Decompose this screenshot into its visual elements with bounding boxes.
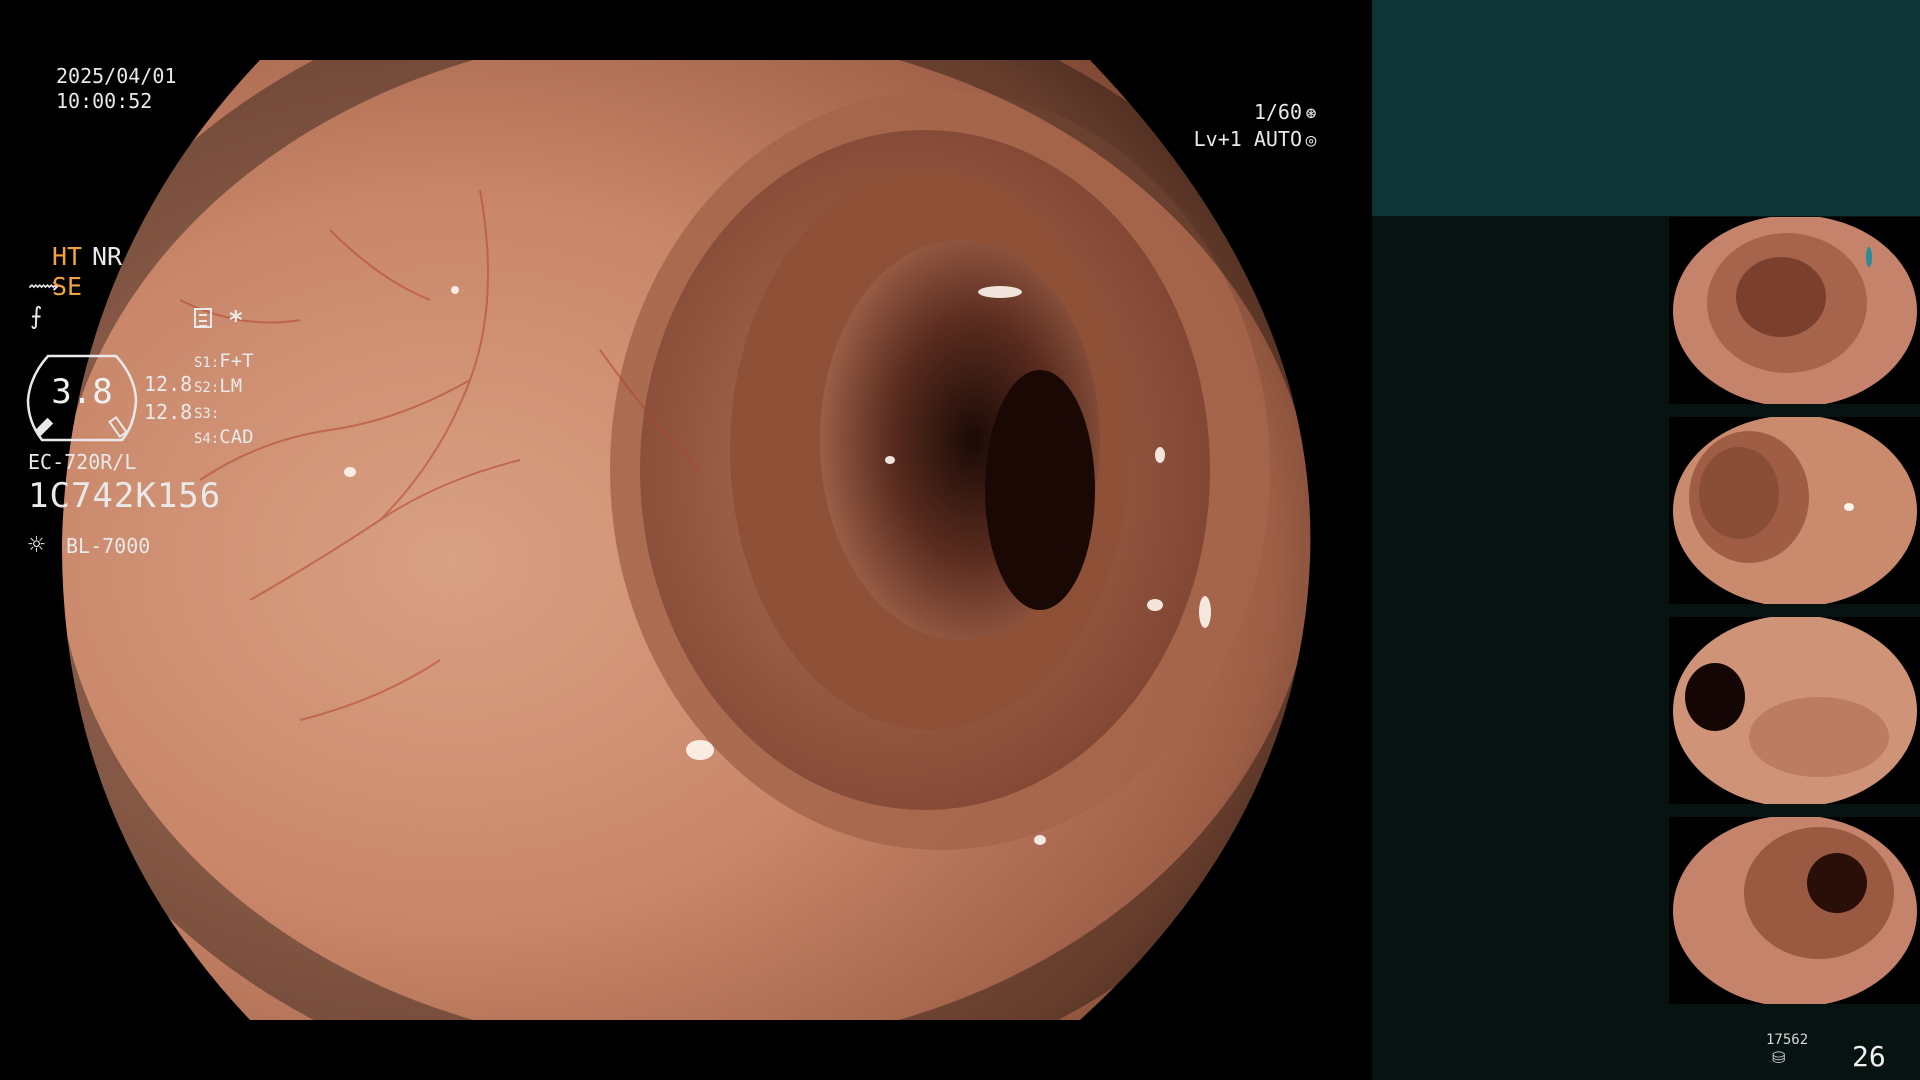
- light-source-icon: ☼: [28, 528, 45, 561]
- switch-s3: S3:: [194, 401, 219, 423]
- exam-time: 10:00:52: [56, 89, 153, 113]
- gauge-reading-2: 12.8: [144, 400, 193, 424]
- switch-s4: S4:CAD: [194, 426, 254, 448]
- captured-thumbnail[interactable]: [1669, 217, 1920, 404]
- se-mode-label: SE: [52, 272, 83, 301]
- exam-date: 2025/04/01: [56, 64, 177, 88]
- color-enhancement-icon: ⨍: [30, 302, 43, 330]
- endoscopy-monitor: 2025/04/01 10:00:52 1/60 ⊛ Lv+1 AUTO ◎ HT …: [0, 0, 1920, 1080]
- total-capture-counter: 17562: [1766, 1032, 1809, 1048]
- thumbnail-image: [1673, 617, 1917, 804]
- scope-serial-number: 1C742K156: [28, 476, 222, 516]
- switch-s4-key: S4:: [194, 431, 220, 447]
- switch-s2: S2:LM: [194, 375, 242, 397]
- nr-mode-label: NR: [92, 242, 123, 271]
- captured-thumbnail[interactable]: [1669, 417, 1920, 604]
- light-source-model: BL-7000: [66, 534, 151, 558]
- switch-s4-value: CAD: [219, 426, 254, 448]
- brightness-level: Lv+1 AUTO ◎: [1194, 127, 1320, 153]
- captured-thumbnail[interactable]: [1669, 617, 1920, 804]
- thumbnail-image: [1673, 217, 1917, 404]
- endoscope-live-view: 2025/04/01 10:00:52 1/60 ⊛ Lv+1 AUTO ◎: [0, 0, 1372, 1080]
- switch-s2-value: LM: [219, 375, 243, 397]
- capture-count: 26: [1852, 1040, 1886, 1073]
- gauge-reading-1: 12.8: [144, 372, 193, 396]
- colon-lumen-image: [61, 60, 1311, 1020]
- switch-s1: S1:F+T: [194, 350, 254, 372]
- shutter-speed-value: 1/60: [1253, 100, 1302, 124]
- zoom-value: 3.8: [51, 372, 113, 412]
- switch-s1-value: F+T: [219, 350, 254, 372]
- scope-model: EC-720R/L: [28, 450, 137, 474]
- shutter-speed: 1/60 ⊛: [1254, 100, 1320, 126]
- switch-s1-key: S1:: [194, 355, 220, 371]
- switch-s3-key: S3:: [194, 406, 220, 422]
- panel-header-area: [1372, 0, 1920, 216]
- brightness-level-value: Lv+1 AUTO: [1193, 127, 1302, 151]
- settings-list-icon: [194, 308, 212, 328]
- captured-thumbnail[interactable]: [1669, 817, 1920, 1004]
- asterisk-indicator: *: [228, 306, 244, 336]
- thumbnail-image: [1673, 817, 1917, 1004]
- thumbnail-image: [1673, 417, 1917, 604]
- switch-s2-key: S2:: [194, 380, 220, 396]
- iris-icon: ◎: [1305, 130, 1317, 151]
- storage-icon: ⛁: [1772, 1048, 1786, 1067]
- ht-mode-label: HT: [52, 242, 83, 271]
- aperture-icon: ⊛: [1305, 103, 1317, 124]
